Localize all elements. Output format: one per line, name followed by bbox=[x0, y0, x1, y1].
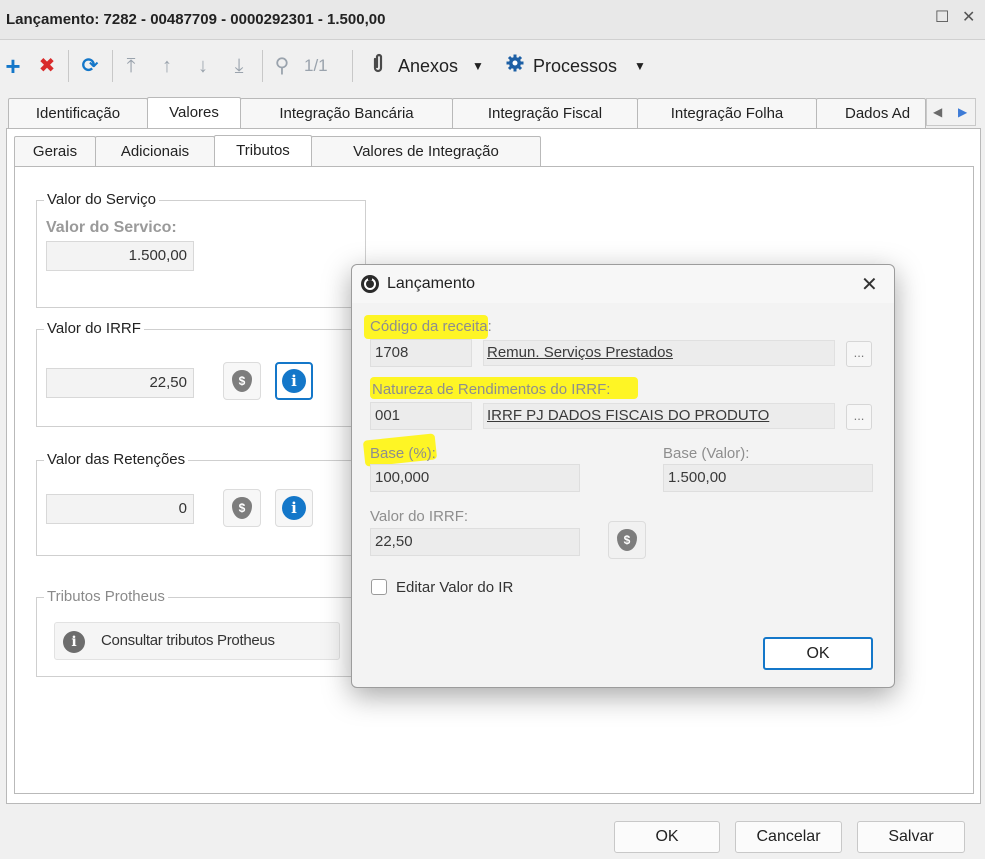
subtab-valores-integracao[interactable]: Valores de Integração bbox=[311, 136, 541, 166]
money-bag-icon: $ bbox=[232, 497, 252, 519]
tributos-protheus-group: Tributos Protheus i Consultar tributos P… bbox=[36, 588, 366, 677]
toolbar-separator bbox=[112, 50, 113, 82]
natureza-rendimentos-label: Natureza de Rendimentos do IRRF: bbox=[372, 381, 611, 398]
anexos-dropdown-icon[interactable]: ▼ bbox=[472, 53, 484, 79]
base-valor-field[interactable]: 1.500,00 bbox=[663, 464, 873, 492]
toolbar: + ✖ ⟳ ⤒ ↑ ↓ ⤓ ⚲ 1/1 Anexos ▼ Processos ▼ bbox=[0, 40, 985, 92]
base-percent-field[interactable]: 100,000 bbox=[370, 464, 580, 492]
tab-dados-adicionais[interactable]: Dados Ad bbox=[816, 98, 926, 128]
valor-retencoes-field[interactable]: 0 bbox=[46, 494, 194, 524]
editar-valor-ir-checkbox[interactable] bbox=[371, 579, 387, 595]
valor-servico-field[interactable]: 1.500,00 bbox=[46, 241, 194, 271]
first-record-icon[interactable]: ⤒ bbox=[120, 53, 142, 79]
pager-label: 1/1 bbox=[304, 56, 328, 75]
tab-integracao-folha[interactable]: Integração Folha bbox=[637, 98, 817, 128]
retencoes-calc-button[interactable]: $ bbox=[223, 489, 261, 527]
codigo-receita-lookup-button[interactable]: ... bbox=[846, 341, 872, 367]
previous-record-icon[interactable]: ↑ bbox=[156, 53, 178, 79]
next-record-icon[interactable]: ↓ bbox=[192, 53, 214, 79]
natureza-rendimentos-description: IRRF PJ DADOS FISCAIS DO PRODUTO bbox=[483, 403, 835, 429]
lancamento-dialog: Lançamento ✕ Código da receita: 1708 Rem… bbox=[351, 264, 895, 688]
tab-identificacao[interactable]: Identificação bbox=[8, 98, 148, 128]
info-icon: i bbox=[282, 369, 306, 393]
toolbar-separator bbox=[262, 50, 263, 82]
delete-icon[interactable]: ✖ bbox=[36, 53, 58, 79]
tab-scroll-right-icon[interactable]: ▶ bbox=[958, 99, 967, 125]
close-icon[interactable]: ✕ bbox=[962, 10, 975, 26]
money-bag-icon: $ bbox=[617, 529, 637, 551]
cancel-button[interactable]: Cancelar bbox=[735, 821, 842, 853]
money-bag-icon: $ bbox=[232, 370, 252, 392]
toolbar-separator bbox=[352, 50, 353, 82]
codigo-receita-field[interactable]: 1708 bbox=[370, 339, 472, 367]
valor-irrf-dialog-label: Valor do IRRF: bbox=[370, 508, 469, 525]
base-valor-label: Base (Valor): bbox=[663, 445, 750, 462]
subtab-gerais[interactable]: Gerais bbox=[14, 136, 96, 166]
add-icon[interactable]: + bbox=[2, 53, 24, 79]
dialog-titlebar: Lançamento ✕ bbox=[352, 265, 894, 303]
valor-irrf-group: Valor do IRRF 22,50 $ i bbox=[36, 320, 366, 427]
irrf-calc-button[interactable]: $ bbox=[223, 362, 261, 400]
valor-irrf-dialog-field[interactable]: 22,50 bbox=[370, 528, 580, 556]
valor-irrf-legend: Valor do IRRF bbox=[44, 320, 144, 337]
dialog-irrf-calc-button[interactable]: $ bbox=[608, 521, 646, 559]
codigo-receita-label: Código da receita: bbox=[370, 318, 492, 335]
processos-dropdown-icon[interactable]: ▼ bbox=[634, 53, 646, 79]
valor-servico-legend: Valor do Serviço bbox=[44, 191, 159, 208]
search-icon[interactable]: ⚲ bbox=[270, 53, 294, 79]
gear-icon[interactable] bbox=[504, 53, 526, 79]
paperclip-icon[interactable] bbox=[368, 53, 388, 79]
consultar-tributos-button[interactable]: i Consultar tributos Protheus bbox=[54, 622, 340, 660]
tab-integracao-fiscal[interactable]: Integração Fiscal bbox=[452, 98, 638, 128]
consultar-tributos-label: Consultar tributos Protheus bbox=[101, 632, 275, 649]
dialog-close-icon[interactable]: ✕ bbox=[861, 272, 878, 297]
tributos-protheus-legend: Tributos Protheus bbox=[44, 588, 168, 605]
info-icon: i bbox=[282, 496, 306, 520]
last-record-icon[interactable]: ⤓ bbox=[228, 53, 250, 79]
window-title: Lançamento: 7282 - 00487709 - 0000292301… bbox=[6, 11, 386, 28]
info-icon: i bbox=[63, 631, 85, 653]
tab-valores[interactable]: Valores bbox=[147, 97, 241, 128]
tab-scroll-buttons: ◀ ▶ bbox=[926, 98, 976, 126]
subtab-adicionais[interactable]: Adicionais bbox=[95, 136, 215, 166]
natureza-rendimentos-field[interactable]: 001 bbox=[370, 402, 472, 430]
anexos-button[interactable]: Anexos bbox=[398, 53, 458, 79]
natureza-rendimentos-lookup-button[interactable]: ... bbox=[846, 404, 872, 430]
codigo-receita-description: Remun. Serviços Prestados bbox=[483, 340, 835, 366]
app-logo-icon bbox=[360, 274, 380, 294]
toolbar-separator bbox=[68, 50, 69, 82]
dialog-ok-button[interactable]: OK bbox=[763, 637, 873, 670]
refresh-icon[interactable]: ⟳ bbox=[78, 53, 102, 79]
processos-button[interactable]: Processos bbox=[533, 53, 617, 79]
dialog-title: Lançamento bbox=[387, 275, 476, 292]
window-titlebar: Lançamento: 7282 - 00487709 - 0000292301… bbox=[0, 0, 985, 40]
retencoes-info-button[interactable]: i bbox=[275, 489, 313, 527]
valor-servico-label: Valor do Servico: bbox=[46, 219, 177, 236]
irrf-info-button[interactable]: i bbox=[275, 362, 313, 400]
editar-valor-ir-label: Editar Valor do IR bbox=[396, 579, 514, 596]
valor-retencoes-group: Valor das Retenções 0 $ i bbox=[36, 451, 366, 556]
subtab-tributos[interactable]: Tributos bbox=[214, 135, 312, 166]
save-button[interactable]: Salvar bbox=[857, 821, 965, 853]
tab-integracao-bancaria[interactable]: Integração Bancária bbox=[240, 98, 453, 128]
tab-scroll-left-icon[interactable]: ◀ bbox=[933, 99, 942, 125]
ok-button[interactable]: OK bbox=[614, 821, 720, 853]
base-percent-label: Base (%): bbox=[370, 445, 436, 462]
valor-retencoes-legend: Valor das Retenções bbox=[44, 451, 189, 468]
valor-servico-group: Valor do Serviço Valor do Servico: 1.500… bbox=[36, 191, 366, 308]
valor-irrf-field[interactable]: 22,50 bbox=[46, 368, 194, 398]
maximize-icon[interactable]: ☐ bbox=[935, 10, 949, 26]
